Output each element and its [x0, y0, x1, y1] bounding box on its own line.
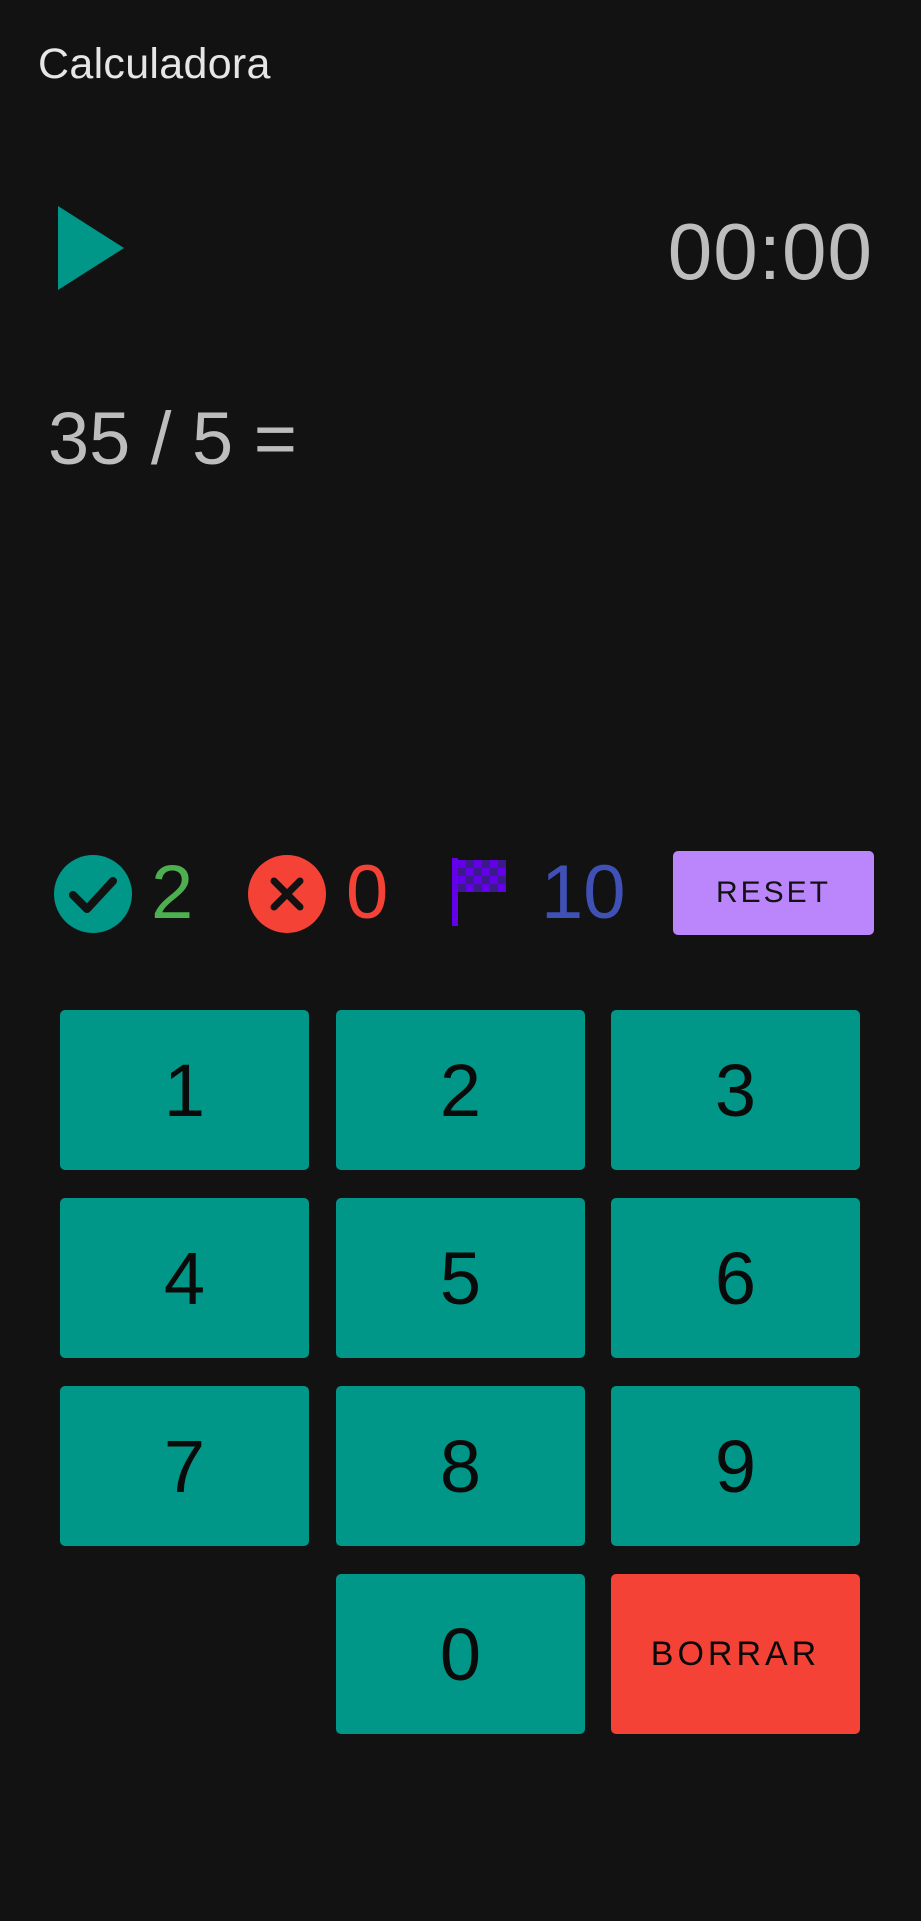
checkered-flag-icon: [452, 858, 506, 926]
key-5[interactable]: 5: [336, 1198, 585, 1358]
check-circle-icon: [54, 855, 132, 933]
key-9[interactable]: 9: [611, 1386, 860, 1546]
reset-button[interactable]: RESET: [673, 851, 874, 935]
key-8[interactable]: 8: [336, 1386, 585, 1546]
correct-count: 2: [151, 850, 194, 935]
wrong-count: 0: [346, 850, 389, 935]
key-0[interactable]: 0: [336, 1574, 585, 1734]
key-2[interactable]: 2: [336, 1010, 585, 1170]
close-circle-icon: [248, 855, 326, 933]
total-count: 10: [541, 850, 626, 935]
question-text: 35 / 5 =: [48, 397, 297, 480]
key-6[interactable]: 6: [611, 1198, 860, 1358]
play-icon[interactable]: [58, 206, 124, 290]
app-title: Calculadora: [38, 40, 271, 88]
delete-button[interactable]: BORRAR: [611, 1574, 860, 1734]
key-4[interactable]: 4: [60, 1198, 309, 1358]
key-1[interactable]: 1: [60, 1010, 309, 1170]
keypad: 1 2 3 4 5 6 7 8 9 0 BORRAR: [60, 1010, 861, 1734]
key-7[interactable]: 7: [60, 1386, 309, 1546]
key-3[interactable]: 3: [611, 1010, 860, 1170]
timer-display: 00:00: [667, 207, 873, 296]
